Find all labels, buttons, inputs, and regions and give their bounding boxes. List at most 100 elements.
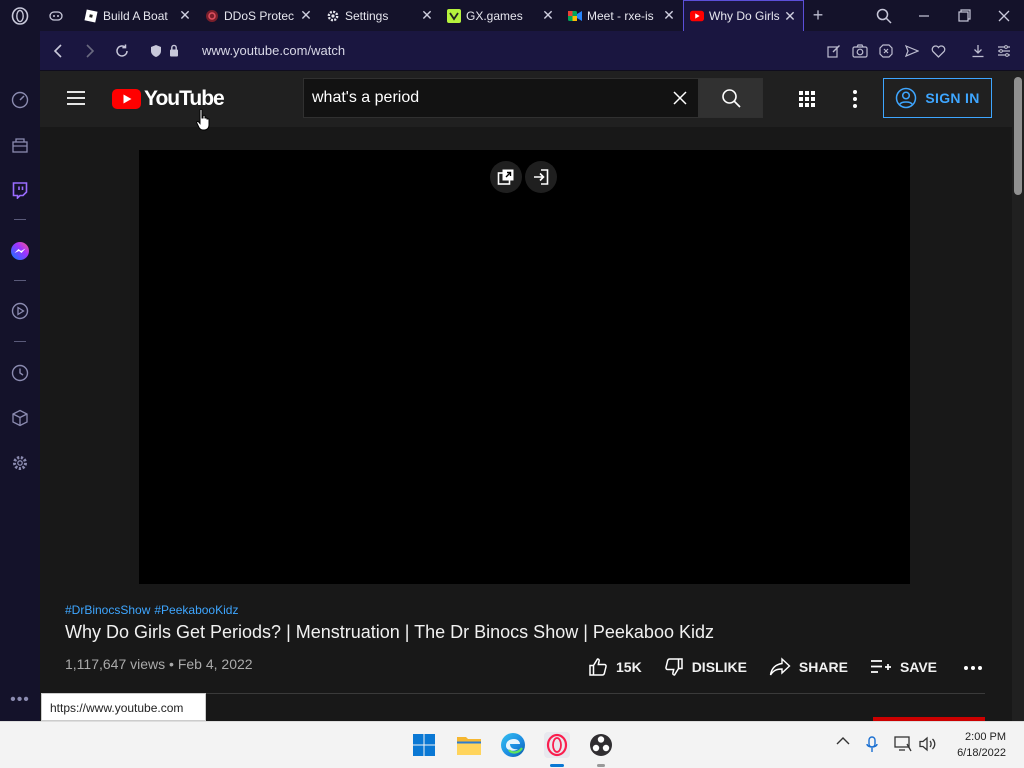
twitch-icon[interactable] — [0, 175, 40, 205]
settings-gear-icon[interactable] — [0, 448, 40, 478]
status-url: https://www.youtube.com — [50, 701, 184, 715]
gx-corner-icon[interactable] — [0, 130, 40, 160]
search-box[interactable] — [303, 78, 699, 118]
clear-search-icon[interactable] — [670, 88, 690, 108]
share-button[interactable]: SHARE — [769, 657, 848, 677]
close-icon[interactable]: ✕ — [539, 7, 557, 24]
active-app-indicator — [550, 764, 564, 767]
minimize-button[interactable] — [904, 0, 944, 31]
extensions-cube-icon[interactable] — [0, 403, 40, 433]
gear-icon — [326, 9, 340, 23]
forward-button[interactable] — [74, 35, 106, 67]
restore-button[interactable] — [944, 0, 984, 31]
opera-gx-logo[interactable] — [0, 0, 40, 31]
obs-studio-icon[interactable] — [587, 731, 615, 759]
history-icon[interactable] — [0, 358, 40, 388]
tab-gx-games[interactable]: GX.games ✕ — [441, 0, 562, 31]
sign-in-button[interactable]: SIGN IN — [883, 78, 992, 118]
dislike-button[interactable]: DISLIKE — [664, 657, 747, 677]
tab-title: Settings — [345, 8, 389, 23]
picture-in-picture-icon[interactable] — [490, 161, 522, 193]
tab-strip: Build A Boat ✕ DDoS Protec ✕ Settings ✕ … — [0, 0, 1024, 31]
settings-more-icon[interactable] — [844, 88, 866, 110]
file-explorer-icon[interactable] — [455, 731, 483, 759]
link-status-tooltip: https://www.youtube.com — [41, 693, 206, 721]
close-icon[interactable]: ✕ — [176, 7, 194, 24]
gx-control-icon[interactable] — [0, 85, 40, 115]
new-tab-button[interactable]: + — [804, 5, 832, 26]
sidebar-separator — [14, 280, 26, 281]
edit-icon[interactable] — [824, 41, 844, 61]
sidebar-more-icon[interactable]: ••• — [0, 685, 40, 715]
view-count: 1,117,647 views — [65, 656, 166, 672]
apps-grid-icon[interactable] — [796, 88, 818, 110]
video-hashtags: #DrBinocsShow #PeekabooKidz — [65, 603, 242, 617]
tab-title: Why Do Girls — [709, 9, 780, 23]
url-text[interactable]: www.youtube.com/watch — [202, 43, 345, 58]
menu-icon[interactable] — [66, 88, 86, 108]
sidebar-separator — [14, 341, 26, 342]
close-icon[interactable]: ✕ — [297, 7, 315, 24]
save-button[interactable]: SAVE — [870, 658, 937, 676]
tab-title: GX.games — [466, 8, 523, 23]
close-window-button[interactable] — [984, 0, 1024, 31]
hashtag-link[interactable]: #PeekabooKidz — [154, 603, 238, 617]
tab-gamepad[interactable] — [40, 0, 78, 31]
close-icon[interactable]: ✕ — [781, 8, 799, 25]
close-icon[interactable]: ✕ — [660, 7, 678, 24]
more-actions-icon[interactable] — [963, 658, 983, 676]
messenger-icon[interactable] — [0, 236, 40, 266]
search-input[interactable] — [304, 89, 654, 107]
meta-separator: • — [169, 656, 174, 672]
youtube-page: YouTube SIGN IN — [40, 71, 1024, 721]
browser-sidebar: ••• — [0, 31, 40, 721]
share-arrow-icon — [769, 657, 791, 676]
scrollbar-thumb[interactable] — [1014, 77, 1022, 195]
system-clock[interactable]: 2:00 PM 6/18/2022 — [957, 729, 1006, 761]
video-actions: 15K DISLIKE SHARE SAVE — [588, 655, 983, 679]
microphone-icon[interactable] — [866, 736, 878, 759]
sidebar-separator — [14, 219, 26, 220]
network-icon[interactable] — [894, 736, 912, 757]
tab-google-meet[interactable]: Meet - rxe-is ✕ — [562, 0, 683, 31]
edge-browser-icon[interactable] — [499, 731, 527, 759]
windows-taskbar: 2:00 PM 6/18/2022 — [0, 721, 1024, 768]
lock-icon[interactable] — [166, 35, 182, 67]
search-button[interactable] — [699, 78, 763, 118]
page-scrollbar[interactable] — [1012, 71, 1024, 721]
ad-block-icon[interactable] — [876, 41, 896, 61]
download-icon[interactable] — [968, 41, 988, 61]
heart-icon[interactable] — [928, 41, 948, 61]
search-tabs-icon[interactable] — [864, 0, 904, 31]
send-icon[interactable] — [902, 41, 922, 61]
back-button[interactable] — [42, 35, 74, 67]
running-app-indicator — [597, 764, 605, 767]
volume-icon[interactable] — [918, 736, 938, 757]
youtube-icon — [690, 9, 704, 23]
opera-gx-taskbar-icon[interactable] — [543, 731, 571, 759]
address-bar: www.youtube.com/watch — [40, 31, 1024, 71]
youtube-header: YouTube SIGN IN — [40, 71, 1012, 127]
tab-ddos-protection[interactable]: DDoS Protec ✕ — [199, 0, 320, 31]
tab-title: Meet - rxe-is — [587, 8, 654, 23]
camera-icon[interactable] — [850, 41, 870, 61]
video-meta: 1,117,647 views • Feb 4, 2022 — [65, 656, 253, 672]
detach-video-icon[interactable] — [525, 161, 557, 193]
player-icon[interactable] — [0, 296, 40, 326]
vpn-shield-icon[interactable] — [146, 35, 166, 67]
tab-youtube-active[interactable]: Why Do Girls ✕ — [683, 0, 804, 31]
like-button[interactable]: 15K — [588, 657, 642, 677]
close-icon[interactable]: ✕ — [418, 7, 436, 24]
reload-button[interactable] — [106, 35, 138, 67]
thumbs-down-icon — [664, 658, 683, 676]
show-hidden-icons-chevron-icon[interactable] — [836, 734, 850, 752]
windows-start-icon[interactable] — [410, 731, 438, 759]
video-player[interactable] — [139, 150, 910, 584]
screen: Build A Boat ✕ DDoS Protec ✕ Settings ✕ … — [0, 0, 1024, 768]
easy-setup-icon[interactable] — [994, 41, 1014, 61]
hashtag-link[interactable]: #DrBinocsShow — [65, 603, 150, 617]
tab-settings[interactable]: Settings ✕ — [320, 0, 441, 31]
tab-build-a-boat[interactable]: Build A Boat ✕ — [78, 0, 199, 31]
sign-in-label: SIGN IN — [925, 90, 980, 106]
tab-title: Build A Boat — [103, 8, 168, 23]
